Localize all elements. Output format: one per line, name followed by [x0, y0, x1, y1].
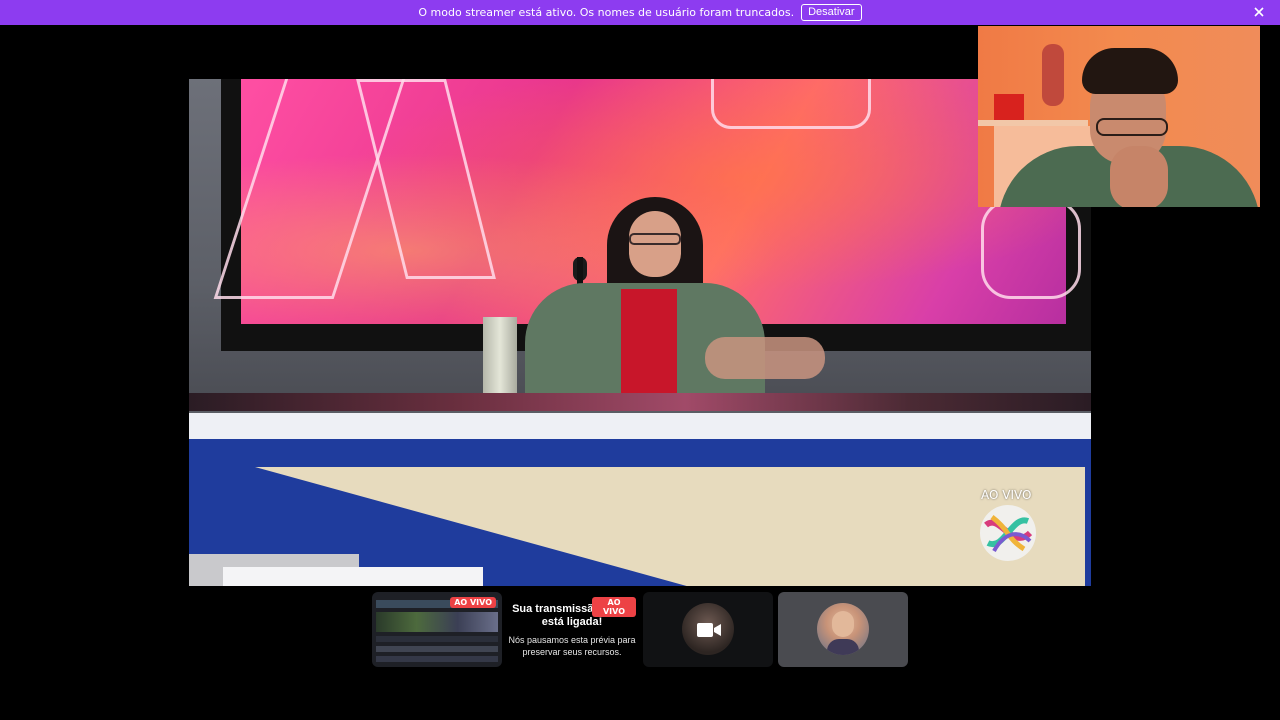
desk-cup — [483, 317, 517, 393]
desk-led-band — [189, 393, 1091, 411]
preview-thumbnail — [376, 636, 498, 642]
preview-thumbnail — [376, 612, 498, 632]
background-toy — [1042, 44, 1064, 106]
screen-graphic — [356, 79, 496, 279]
presenter — [525, 197, 825, 393]
streamer-mode-message: O modo streamer está ativo. Os nomes de … — [418, 6, 795, 19]
avatar — [817, 603, 869, 655]
user-hand — [1110, 146, 1168, 207]
broadcaster-logo-icon — [978, 503, 1038, 563]
self-camera-preview[interactable] — [978, 26, 1260, 207]
desk-top — [189, 413, 1091, 439]
streamer-mode-banner: O modo streamer está ativo. Os nomes de … — [0, 0, 1280, 25]
live-badge: AO VIVO — [592, 597, 636, 617]
desk-white-panel — [223, 567, 483, 586]
participant-user-tile[interactable] — [778, 592, 908, 667]
screen-graphic — [711, 79, 871, 129]
background-box — [994, 94, 1024, 120]
live-overlay-label: AO VIVO — [981, 488, 1032, 502]
stream-paused-notice: AO VIVO Sua transmissão ainda está ligad… — [508, 597, 636, 664]
disable-streamer-mode-button[interactable]: Desativar — [801, 4, 862, 21]
preview-thumbnail — [376, 646, 498, 652]
close-icon[interactable] — [1250, 3, 1268, 21]
participant-camera-tile[interactable] — [643, 592, 773, 667]
user-hair — [1082, 48, 1178, 94]
camera-icon — [696, 621, 722, 639]
main-stream-video[interactable]: AO VIVO — [189, 79, 1091, 586]
notice-description: Nós pausamos esta prévia para preservar … — [508, 635, 636, 657]
screen-graphic — [981, 199, 1081, 299]
user-glasses — [1096, 118, 1168, 136]
stream-preview-tile[interactable]: AO VIVO — [372, 592, 502, 667]
live-badge: AO VIVO — [450, 597, 496, 608]
preview-thumbnail — [376, 656, 498, 662]
